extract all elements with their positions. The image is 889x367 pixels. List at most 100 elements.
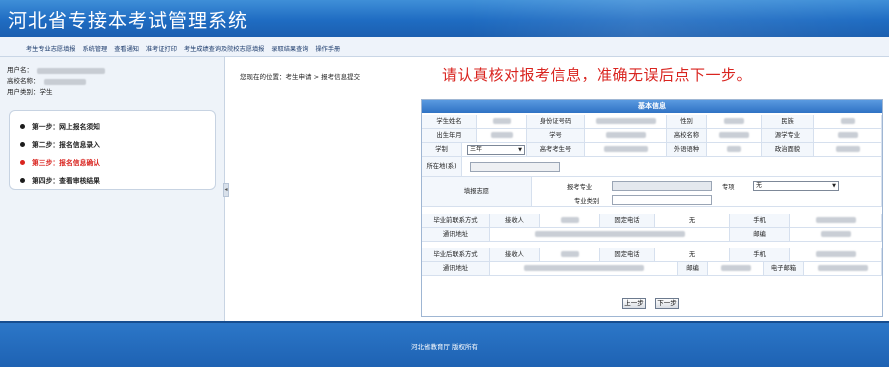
form-title: 基本信息	[422, 100, 882, 113]
label-schooling: 学制	[422, 143, 462, 157]
label-postcode-2: 邮编	[678, 262, 708, 276]
step-4[interactable]: 第四步：查看审核结果	[20, 175, 100, 185]
app-header: 河北省专接本考试管理系统	[0, 0, 889, 37]
usertype-label: 用户类别：	[7, 88, 40, 96]
value-postcode-2	[708, 262, 764, 276]
step-3-label: 第三步：报名信息确认	[32, 159, 100, 167]
sidebar-collapse-handle[interactable]: ◂	[223, 183, 229, 197]
location-input[interactable]	[470, 162, 560, 172]
step-list: 第一步：网上报名须知 第二步：报名信息录入 第三步：报名信息确认 第四步：查看审…	[9, 110, 216, 190]
label-contact-after: 毕业后联系方式	[422, 248, 490, 262]
value-birth	[477, 129, 527, 143]
value-school-name	[707, 129, 762, 143]
label-political: 政治面貌	[762, 143, 814, 157]
step-3[interactable]: 第三步：报名信息确认	[20, 157, 100, 167]
value-address-2	[490, 262, 678, 276]
label-phone-2: 固定电话	[600, 248, 655, 262]
label-receiver-2: 接收人	[490, 248, 540, 262]
bullet-icon	[20, 177, 25, 183]
label-student-no: 学号	[527, 129, 585, 143]
prev-button[interactable]: 上一步	[622, 298, 646, 309]
specialty-select[interactable]: 无 ▼	[753, 181, 839, 191]
label-specialty: 专项	[722, 184, 735, 191]
next-button[interactable]: 下一步	[655, 298, 679, 309]
value-receiver-1	[540, 214, 600, 228]
label-gender: 性别	[667, 115, 707, 129]
header-gloss	[469, 0, 889, 37]
value-postcode-1	[790, 228, 882, 242]
label-foreign-lang: 外语语种	[667, 143, 707, 157]
step-1[interactable]: 第一步：网上报名须知	[20, 121, 100, 131]
nav-system-admin[interactable]: 系统管理	[83, 44, 108, 53]
step-1-label: 第一步：网上报名须知	[32, 123, 100, 131]
value-political	[814, 143, 882, 157]
label-exam-no: 高考考生号	[527, 143, 585, 157]
breadcrumb: 您现在的位置：考生申请 > 报考信息提交	[240, 73, 361, 81]
specialty-value: 无	[756, 182, 763, 189]
major-type-input[interactable]	[612, 195, 712, 205]
basic-info-form: 基本信息 学生姓名 身份证号码 性别 民族 出生年月 学号 高校名称 源学专业 …	[421, 99, 883, 317]
value-ethnicity	[814, 115, 882, 129]
label-location: 所在地(系)	[422, 157, 462, 177]
schooling-value: 三年	[470, 146, 483, 153]
label-source-major: 源学专业	[762, 129, 814, 143]
value-foreign-lang	[707, 143, 762, 157]
label-ethnicity: 民族	[762, 115, 814, 129]
label-birth: 出生年月	[422, 129, 477, 143]
app-title: 河北省专接本考试管理系统	[8, 10, 249, 32]
username-label: 用户名：	[7, 66, 33, 74]
nav-manual[interactable]: 操作手册	[316, 44, 341, 53]
chevron-down-icon: ▼	[518, 147, 522, 153]
label-receiver-1: 接收人	[490, 214, 540, 228]
nav-admission-result[interactable]: 录取结果查询	[271, 44, 308, 53]
nav-admission-ticket[interactable]: 准考证打印	[146, 44, 177, 53]
label-phone-1: 固定电话	[600, 214, 655, 228]
value-address-1	[490, 228, 730, 242]
top-nav: 考生专业志愿填报 系统管理 查看通知 准考证打印 考生成绩查询及院校志愿填报 录…	[0, 37, 889, 57]
schooling-select[interactable]: 三年 ▼	[467, 145, 525, 155]
label-id-card: 身份证号码	[527, 115, 585, 129]
sidebar: 用户名： 高校名称： 用户类别： 学生 第一步：网上报名须知 第二步：报名信息录入…	[0, 57, 225, 321]
value-id-card	[585, 115, 667, 129]
apply-major-input[interactable]	[612, 181, 712, 191]
label-school-name: 高校名称	[667, 129, 707, 143]
school-label: 高校名称：	[7, 77, 40, 85]
value-phone-1: 无	[655, 214, 730, 228]
label-address-1: 通讯地址	[422, 228, 490, 242]
value-receiver-2	[540, 248, 600, 262]
chevron-down-icon: ▼	[832, 183, 836, 189]
value-email-2	[804, 262, 882, 276]
label-apply-major: 报考专业	[567, 184, 593, 191]
value-mobile-1	[790, 214, 882, 228]
bullet-icon	[20, 123, 25, 129]
usertype-value: 学生	[39, 88, 53, 96]
username-redacted	[37, 67, 105, 74]
label-address-2: 通讯地址	[422, 262, 490, 276]
label-mobile-2: 手机	[730, 248, 790, 262]
label-major-type: 专业类别	[574, 198, 600, 205]
confirm-notice: 请认真核对报考信息，准确无误后点下一步。	[442, 66, 753, 84]
step-2-label: 第二步：报名信息录入	[32, 141, 100, 149]
value-gender	[707, 115, 762, 129]
label-contact-grad: 毕业前联系方式	[422, 214, 490, 228]
value-name	[477, 115, 527, 129]
label-email-2: 电子邮箱	[764, 262, 804, 276]
footer-copyright: 河北省教育厅 版权所有	[410, 343, 479, 351]
user-info: 用户名： 高校名称： 用户类别： 学生	[7, 65, 105, 98]
label-volunteer: 填报志愿	[422, 177, 532, 207]
value-exam-no	[585, 143, 667, 157]
value-mobile-2	[790, 248, 882, 262]
label-name: 学生姓名	[422, 115, 477, 129]
label-mobile-1: 手机	[730, 214, 790, 228]
value-source-major	[814, 129, 882, 143]
footer: 河北省教育厅 版权所有	[0, 321, 889, 367]
school-redacted	[43, 78, 86, 85]
step-2[interactable]: 第二步：报名信息录入	[20, 139, 100, 149]
bullet-icon	[20, 141, 25, 147]
nav-score-query[interactable]: 考生成绩查询及院校志愿填报	[184, 44, 264, 53]
nav-notices[interactable]: 查看通知	[114, 44, 139, 53]
step-4-label: 第四步：查看审核结果	[32, 177, 100, 185]
bullet-icon	[20, 159, 25, 165]
nav-major-volunteer[interactable]: 考生专业志愿填报	[26, 44, 76, 53]
value-student-no	[585, 129, 667, 143]
